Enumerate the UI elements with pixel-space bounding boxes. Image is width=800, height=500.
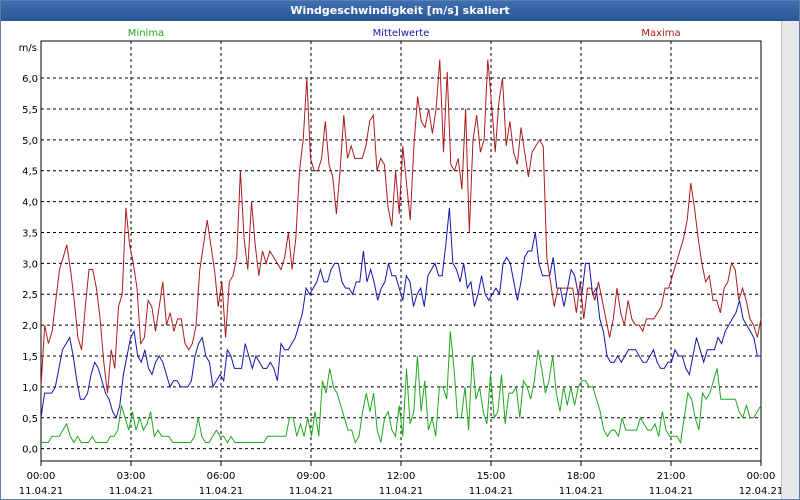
x-tick-date: 11.04.21 — [19, 486, 64, 497]
y-tick-label: 5,0 — [22, 136, 38, 147]
legend-entry-maxima: Maxima — [641, 28, 680, 39]
y-tick-label: 4,0 — [22, 198, 38, 209]
x-tick-time: 18:00 — [567, 471, 596, 482]
wind-speed-chart: 0,0 0,5 1,0 1,5 2,0 2,5 3,0 3,5 4,0 4,5 5,0 5,5 6,0 0… — [19, 28, 784, 497]
y-tick-label: 0,0 — [22, 445, 38, 456]
x-tick-date: 11.04.21 — [289, 486, 334, 497]
legend-entry-mittelwerte: Mittelwerte — [373, 28, 430, 39]
y-tick-label: 3,0 — [22, 259, 38, 270]
x-tick-date: 11.04.21 — [559, 486, 604, 497]
x-tick-time: 03:00 — [117, 471, 146, 482]
x-tick-time: 00:00 — [27, 471, 56, 482]
legend: Minima Mittelwerte Maxima — [128, 28, 681, 39]
y-tick-label: 1,0 — [22, 383, 38, 394]
y-tick-label: 2,0 — [22, 321, 38, 332]
grid-lines — [41, 41, 761, 461]
x-tick-date: 12.04.21 — [739, 486, 784, 497]
y-tick-label: 3,5 — [22, 228, 38, 239]
vertical-scrollbar[interactable] — [781, 21, 799, 499]
y-tick-label: 0,5 — [22, 414, 38, 425]
legend-entry-minima: Minima — [128, 28, 164, 39]
x-tick-date: 11.04.21 — [649, 486, 694, 497]
y-tick-label: 4,5 — [22, 167, 38, 178]
x-tick-time: 09:00 — [297, 471, 326, 482]
x-tick-date: 11.04.21 — [109, 486, 154, 497]
y-tick-label: 5,5 — [22, 105, 38, 116]
x-tick-date: 11.04.21 — [379, 486, 424, 497]
y-axis-unit: m/s — [19, 43, 37, 54]
y-tick-label: 1,5 — [22, 352, 38, 363]
x-tick-time: 21:00 — [657, 471, 686, 482]
chart-window: Windgeschwindigkeit [m/s] skaliert 0,0 0,… — [0, 0, 800, 500]
x-tick-time: 06:00 — [207, 471, 236, 482]
x-tick-date: 11.04.21 — [469, 486, 514, 497]
x-tick-time: 15:00 — [477, 471, 506, 482]
x-tick-time: 12:00 — [387, 471, 416, 482]
x-tick-time: 00:00 — [747, 471, 776, 482]
x-tick-date: 11.04.21 — [199, 486, 244, 497]
y-tick-label: 2,5 — [22, 290, 38, 301]
y-tick-label: 6,0 — [22, 74, 38, 85]
